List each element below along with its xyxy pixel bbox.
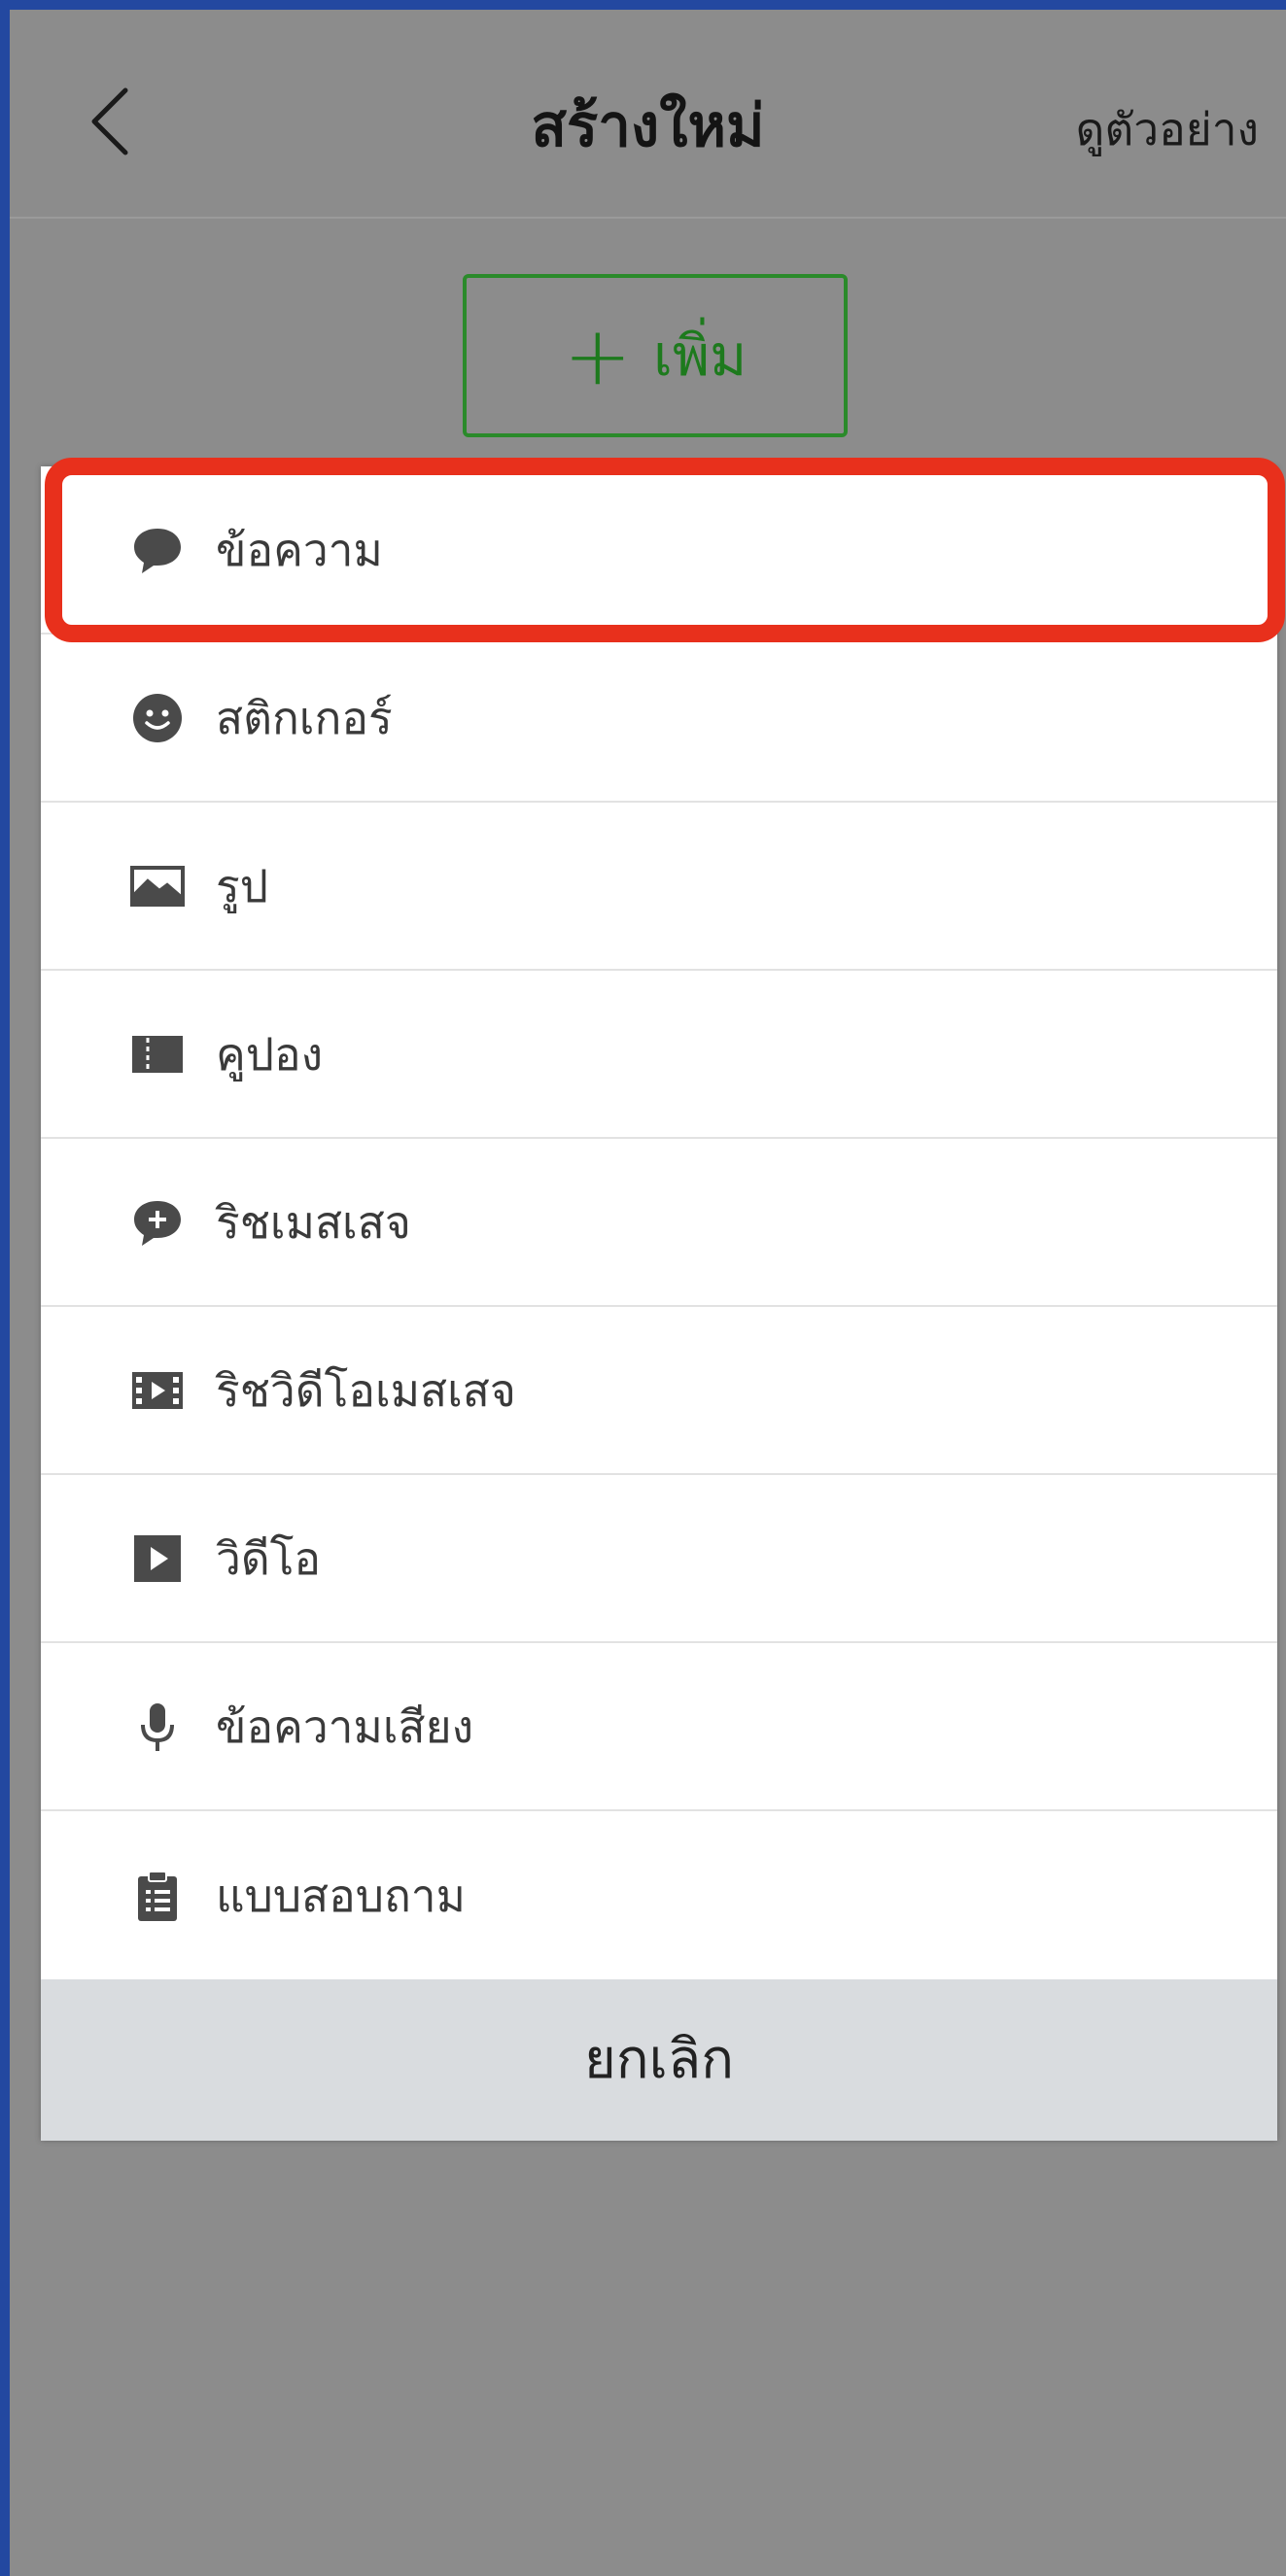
device-frame: สร้างใหม่ ดูตัวอย่าง + เพิ่ม ข้อความ สติ… [0,0,1286,2576]
screen: สร้างใหม่ ดูตัวอย่าง + เพิ่ม ข้อความ สติ… [10,10,1286,2576]
menu-item-label: รูป [216,859,268,912]
menu-item-image[interactable]: รูป [41,803,1277,971]
image-icon [130,859,185,913]
menu-item-label: ริชเมสเสจ [216,1195,411,1249]
menu-item-label: สติกเกอร์ [216,691,393,744]
menu-item-sticker[interactable]: สติกเกอร์ [41,635,1277,803]
menu-item-label: ข้อความเสียง [216,1700,474,1753]
film-icon [130,1363,185,1418]
cancel-button[interactable]: ยกเลิก [41,1979,1277,2141]
add-button-label: เพิ่ม [653,323,747,389]
menu-item-label: ริชวิดีโอเมสเสจ [216,1363,516,1417]
clipboard-icon [130,1869,185,1923]
preview-link[interactable]: ดูตัวอย่าง [1076,95,1259,163]
menu-item-video[interactable]: วิดีโอ [41,1475,1277,1643]
smiley-icon [130,691,185,745]
menu-item-text-message[interactable]: ข้อความ [41,466,1277,635]
menu-item-label: คูปอง [216,1027,324,1081]
coupon-icon [130,1027,185,1082]
rich-message-icon [130,1195,185,1250]
add-button[interactable]: + เพิ่ม [463,274,848,437]
menu-item-survey[interactable]: แบบสอบถาม [41,1811,1277,1979]
menu-item-voice-message[interactable]: ข้อความเสียง [41,1643,1277,1811]
menu-item-label: แบบสอบถาม [216,1869,466,1922]
menu-item-coupon[interactable]: คูปอง [41,971,1277,1139]
speech-bubble-icon [130,523,185,577]
action-sheet: ข้อความ สติกเกอร์ รูป คูปอง ริชเมสเสจ ริ… [41,466,1277,2141]
menu-item-label: วิดีโอ [216,1531,322,1585]
play-icon [130,1531,185,1586]
microphone-icon [130,1700,185,1754]
cancel-button-label: ยกเลิก [583,2028,735,2091]
header-bar: สร้างใหม่ ดูตัวอย่าง [10,10,1286,219]
plus-icon: + [563,308,633,403]
menu-item-label: ข้อความ [216,523,383,576]
menu-item-rich-message[interactable]: ริชเมสเสจ [41,1139,1277,1307]
menu-item-rich-video-message[interactable]: ริชวิดีโอเมสเสจ [41,1307,1277,1475]
